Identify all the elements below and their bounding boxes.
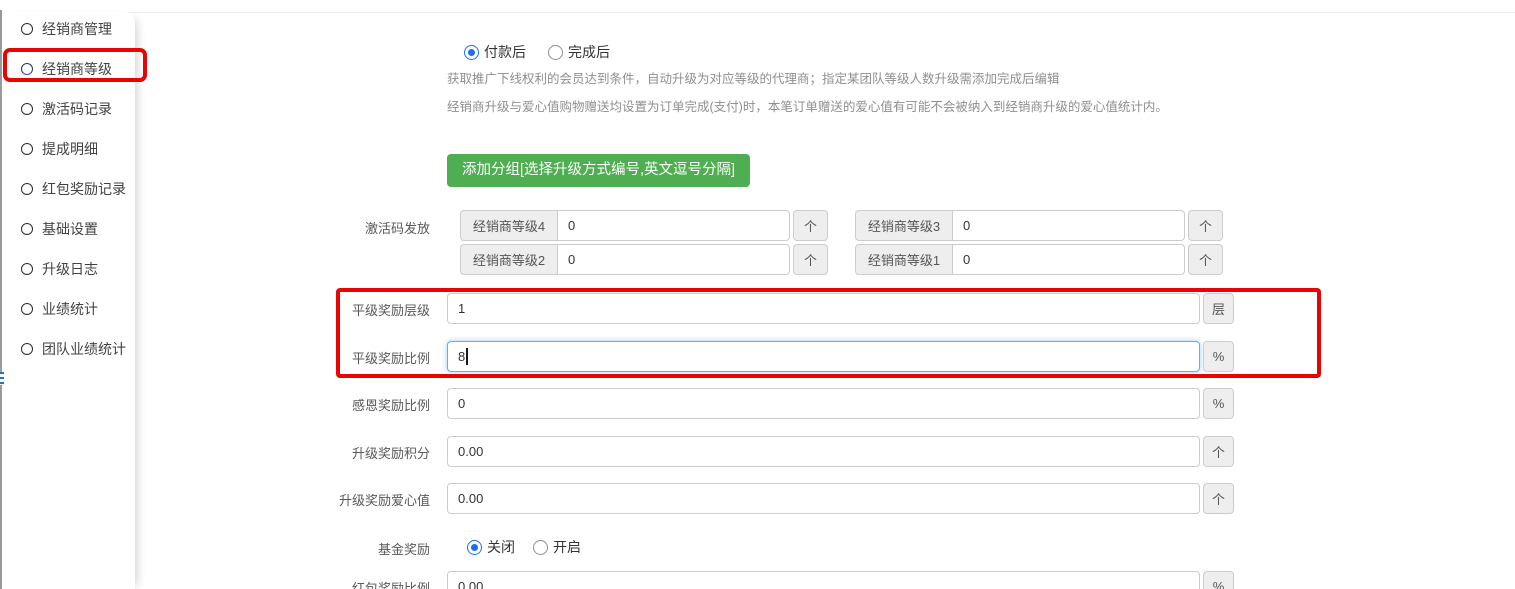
unit-addon-ge: 个 [1203, 436, 1234, 467]
circle-icon [21, 183, 33, 195]
sidebar-item-performance-stats[interactable]: 业绩统计 [2, 289, 135, 329]
radio-fund-on[interactable]: 开启 [533, 537, 581, 557]
sidebar-item-label: 团队业绩统计 [42, 339, 126, 359]
upgrade-help-line-2: 经销商升级与爱心值购物赠送均设置为订单完成(支付)时，本笔订单赠送的爱心值有可能… [447, 96, 1168, 115]
circle-icon [21, 143, 33, 155]
input-prefix-level1: 经销商等级1 [855, 244, 952, 275]
activation-group-level2: 经销商等级2 [460, 244, 790, 275]
activation-level4-input[interactable] [557, 210, 790, 241]
sidebar-menu: 经销商管理 经销商等级 激活码记录 提成明细 红包奖励记录 基础设置 [2, 9, 135, 369]
unit-addon-ceng: 层 [1203, 293, 1234, 324]
field-label-redpacket-ratio: 红包奖励比例 [200, 578, 430, 589]
activation-level3-input[interactable] [952, 210, 1185, 241]
activation-group-level4: 经销商等级4 [460, 210, 790, 241]
sidebar-item-activation-code-records[interactable]: 激活码记录 [2, 89, 135, 129]
sidebar-item-dealer-management[interactable]: 经销商管理 [2, 9, 135, 49]
add-group-button[interactable]: 添加分组[选择升级方式编号,英文逗号分隔] [447, 154, 750, 187]
radio-unselected-icon [548, 45, 563, 60]
sidebar-item-basic-settings[interactable]: 基础设置 [2, 209, 135, 249]
circle-icon [21, 23, 33, 35]
field-label-upgrade-points: 升级奖励积分 [200, 443, 430, 462]
redpacket-ratio-input[interactable] [447, 571, 1200, 589]
sidebar-item-commission-detail[interactable]: 提成明细 [2, 129, 135, 169]
peer-level-input[interactable] [447, 293, 1200, 324]
input-prefix-level4: 经销商等级4 [460, 210, 557, 241]
unit-addon-percent: % [1203, 341, 1234, 372]
sidebar-item-label: 经销商管理 [42, 19, 112, 39]
field-label-upgrade-love: 升级奖励爱心值 [200, 490, 430, 509]
sidebar-item-redpacket-reward-records[interactable]: 红包奖励记录 [2, 169, 135, 209]
input-prefix-level3: 经销商等级3 [855, 210, 952, 241]
circle-icon [21, 103, 33, 115]
unit-addon-percent: % [1203, 388, 1234, 419]
sidebar-item-team-performance-stats[interactable]: 团队业绩统计 [2, 329, 135, 369]
upgrade-timing-radio-group: 付款后 完成后 [464, 42, 610, 62]
field-label-activation-codes: 激活码发放 [200, 218, 430, 237]
activation-level2-input[interactable] [557, 244, 790, 275]
thanks-ratio-input[interactable] [447, 388, 1200, 419]
radio-selected-icon [467, 540, 482, 555]
input-prefix-level2: 经销商等级2 [460, 244, 557, 275]
sidebar-item-label: 基础设置 [42, 219, 98, 239]
clipped-menu-icon[interactable] [0, 372, 4, 385]
radio-label: 开启 [553, 537, 581, 557]
circle-icon [21, 223, 33, 235]
field-label-fund-reward: 基金奖励 [200, 539, 430, 558]
unit-addon-ge: 个 [1203, 483, 1234, 514]
upgrade-points-input[interactable] [447, 436, 1200, 467]
radio-label: 关闭 [487, 537, 515, 557]
sidebar-item-upgrade-log[interactable]: 升级日志 [2, 249, 135, 289]
sidebar-item-label: 经销商等级 [42, 59, 112, 79]
sidebar-item-label: 业绩统计 [42, 299, 98, 319]
activation-group-level3: 经销商等级3 [855, 210, 1185, 241]
field-label-peer-level: 平级奖励层级 [200, 300, 430, 319]
radio-label: 付款后 [484, 42, 526, 62]
radio-label: 完成后 [568, 42, 610, 62]
sidebar-item-label: 红包奖励记录 [42, 179, 126, 199]
circle-icon [21, 303, 33, 315]
activation-level1-input[interactable] [952, 244, 1185, 275]
circle-icon [21, 263, 33, 275]
sidebar-item-label: 激活码记录 [42, 99, 112, 119]
upgrade-love-input[interactable] [447, 483, 1200, 514]
circle-icon [21, 343, 33, 355]
sidebar: 经销商管理 经销商等级 激活码记录 提成明细 红包奖励记录 基础设置 [2, 12, 135, 589]
fund-reward-radio-group: 关闭 开启 [467, 537, 581, 557]
activation-group-level1: 经销商等级1 [855, 244, 1185, 275]
unit-addon-ge: 个 [793, 210, 828, 241]
field-label-thanks-ratio: 感恩奖励比例 [200, 395, 430, 414]
content-top-divider [112, 12, 1515, 13]
radio-selected-icon [464, 45, 479, 60]
unit-addon-ge: 个 [1188, 210, 1223, 241]
sidebar-item-dealer-level[interactable]: 经销商等级 [2, 49, 135, 89]
unit-addon-percent: % [1203, 571, 1234, 589]
unit-addon-ge: 个 [1188, 244, 1223, 275]
sidebar-item-label: 提成明细 [42, 139, 98, 159]
peer-ratio-input[interactable] [447, 341, 1200, 372]
unit-addon-ge: 个 [793, 244, 828, 275]
text-caret [466, 348, 468, 365]
field-label-peer-ratio: 平级奖励比例 [200, 348, 430, 367]
radio-after-payment[interactable]: 付款后 [464, 42, 526, 62]
radio-unselected-icon [533, 540, 548, 555]
circle-icon [21, 63, 33, 75]
sidebar-item-label: 升级日志 [42, 259, 98, 279]
peer-ratio-input-wrap [447, 341, 1200, 372]
upgrade-help-line-1: 获取推广下线权利的会员达到条件，自动升级为对应等级的代理商；指定某团队等级人数升… [447, 68, 1060, 87]
radio-fund-off[interactable]: 关闭 [467, 537, 515, 557]
radio-after-completion[interactable]: 完成后 [548, 42, 610, 62]
dealer-level-settings-page: 经销商管理 经销商等级 激活码记录 提成明细 红包奖励记录 基础设置 [0, 0, 1515, 589]
